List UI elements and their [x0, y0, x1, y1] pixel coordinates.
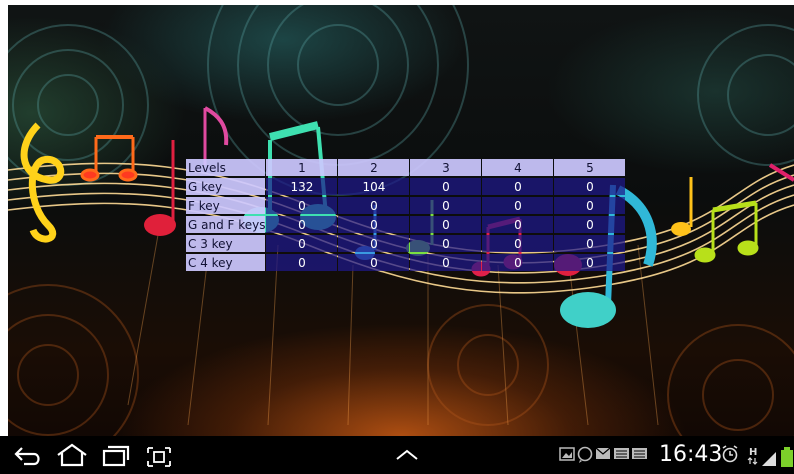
score-cell: 0	[482, 254, 554, 271]
score-cell: 0	[338, 216, 410, 233]
score-cell: 0	[482, 178, 554, 195]
score-cell: 0	[482, 216, 554, 233]
battery-icon	[781, 447, 793, 467]
keyboard-notification-icon	[614, 448, 629, 459]
level-header-2: 2	[338, 159, 410, 176]
row-key-label: G key	[186, 178, 266, 195]
levels-corner-label: Levels	[186, 159, 266, 176]
hspa-data-icon: H	[747, 447, 758, 465]
score-cell: 0	[266, 254, 338, 271]
recent-apps-icon[interactable]	[102, 445, 130, 467]
row-key-label: C 3 key	[186, 235, 266, 252]
score-cell: 0	[482, 197, 554, 214]
score-cell: 0	[554, 216, 626, 233]
level-header-1: 1	[266, 159, 338, 176]
back-icon[interactable]	[14, 447, 40, 466]
score-cell: 0	[338, 254, 410, 271]
table-row: G and F keys 0 0 0 0 0	[186, 216, 626, 233]
table-row: C 4 key 0 0 0 0 0	[186, 254, 626, 271]
level-header-4: 4	[482, 159, 554, 176]
music-wallpaper: Levels 1 2 3 4 5 G key 132 104 0 0 0 F k…	[8, 5, 794, 436]
row-key-label: C 4 key	[186, 254, 266, 271]
score-cell: 0	[554, 197, 626, 214]
table-row: G key 132 104 0 0 0	[186, 178, 626, 195]
svg-text:H: H	[749, 447, 757, 458]
level-header-5: 5	[554, 159, 626, 176]
up-chevron-icon[interactable]	[396, 449, 418, 460]
table-row: F key 0 0 0 0 0	[186, 197, 626, 214]
levels-score-table: Levels 1 2 3 4 5 G key 132 104 0 0 0 F k…	[185, 157, 626, 273]
score-cell: 0	[266, 197, 338, 214]
alarm-icon	[722, 445, 738, 463]
level-header-3: 3	[410, 159, 482, 176]
row-key-label: F key	[186, 197, 266, 214]
home-icon[interactable]	[57, 443, 87, 467]
email-notification-icon	[595, 447, 611, 459]
score-cell: 0	[338, 235, 410, 252]
score-cell: 0	[554, 178, 626, 195]
score-cell: 0	[338, 197, 410, 214]
score-cell: 0	[554, 254, 626, 271]
score-cell: 0	[266, 216, 338, 233]
score-cell: 0	[410, 235, 482, 252]
score-cell: 0	[266, 235, 338, 252]
score-cell: 0	[410, 197, 482, 214]
score-cell: 0	[410, 216, 482, 233]
table-row: C 3 key 0 0 0 0 0	[186, 235, 626, 252]
score-cell: 0	[554, 235, 626, 252]
table-header-row: Levels 1 2 3 4 5	[186, 159, 626, 176]
signal-icon	[762, 452, 776, 466]
app-screen: Levels 1 2 3 4 5 G key 132 104 0 0 0 F k…	[0, 0, 794, 474]
score-cell: 0	[482, 235, 554, 252]
whatsapp-notification-icon	[577, 446, 593, 463]
screenshot-icon[interactable]	[147, 447, 171, 467]
system-bar: H 16:43	[0, 436, 794, 474]
score-cell: 132	[266, 178, 338, 195]
score-cell: 0	[410, 254, 482, 271]
gallery-notification-icon	[559, 447, 575, 461]
score-cell: 104	[338, 178, 410, 195]
score-cell: 0	[410, 178, 482, 195]
status-clock: 16:43	[659, 442, 723, 467]
keyboard-notification-icon	[632, 448, 647, 459]
row-key-label: G and F keys	[186, 216, 266, 233]
